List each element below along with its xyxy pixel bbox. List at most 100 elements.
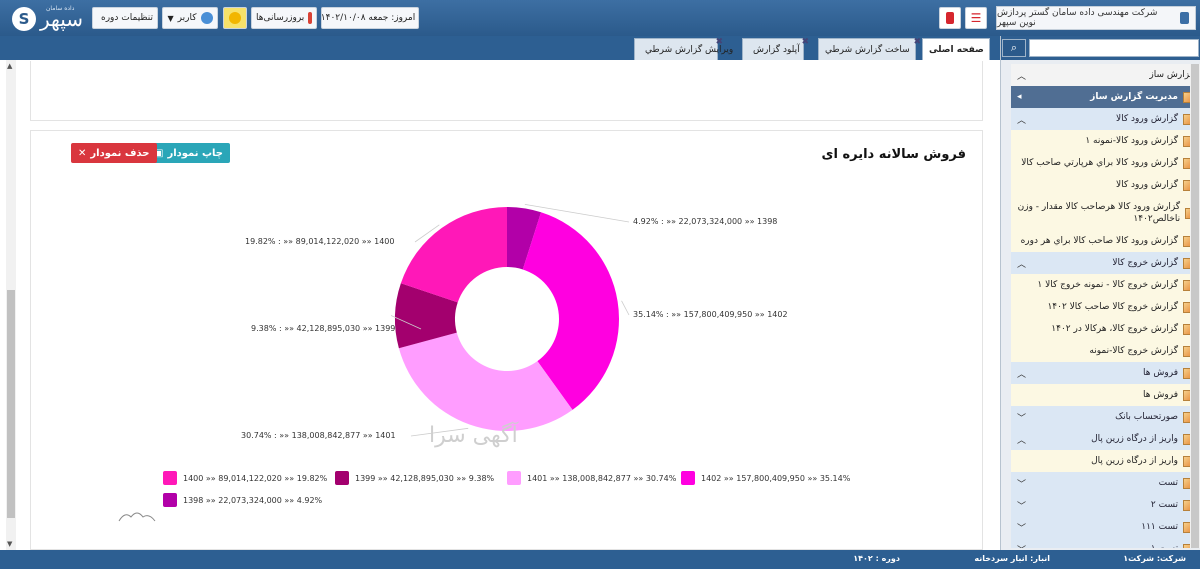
chevron-up-icon[interactable]: ︿: [1017, 367, 1026, 380]
main-scrollbar[interactable]: ▲ ▼: [6, 60, 16, 550]
chevron-up-icon[interactable]: ︿: [1017, 257, 1026, 270]
chevron-up-icon[interactable]: ︿: [1017, 433, 1026, 446]
sidebar-item-label: گزارش ورود کالا: [1115, 114, 1178, 124]
sidebar-item-label: صورتحساب بانک: [1115, 412, 1178, 422]
sidebar-item[interactable]: گزارش ورود کالا براي هرپارتي صاحب کالا: [1011, 152, 1200, 174]
sidebar-item[interactable]: گزارش ورود کالا هرصاحب کالا مقدار - وزن …: [1011, 196, 1200, 230]
sidebar-item[interactable]: گزارش خروج کالا صاحب کالا ۱۴۰۲: [1011, 296, 1200, 318]
updates-button[interactable]: بروزرسانی‌ها: [251, 7, 317, 29]
sidebar-item-label-wrap: گزارش خروج کالا: [1112, 257, 1194, 269]
menu-toggle-button[interactable]: ☰: [965, 7, 987, 29]
legend-item-1400[interactable]: 1400 »» 89,014,122,020 »» 19.82%: [163, 471, 327, 485]
sidebar-item[interactable]: تست ﹀: [1011, 472, 1200, 494]
slice-label-1399: 9.38% : »» 42,128,895,030 »» 1399: [251, 324, 396, 333]
legend-label: 1399 »» 42,128,895,030 »» 9.38%: [355, 473, 495, 483]
chevron-up-icon[interactable]: ︿: [1017, 69, 1026, 82]
sidebar-item-label-wrap: فروش ها: [1143, 367, 1194, 379]
pie-slice-1400[interactable]: [400, 207, 507, 303]
sidebar-item-label-wrap: واریز از درگاه زرین پال: [1091, 433, 1194, 445]
logo-icon: S: [12, 6, 36, 31]
sidebar-item-label-wrap: فروش ها: [1143, 389, 1194, 401]
sidebar-item[interactable]: گزارش ورود کالا: [1011, 174, 1200, 196]
sidebar-item[interactable]: تست ۱ ﹀: [1011, 538, 1200, 548]
tab-upload-report[interactable]: ✖ آپلود گزارش: [742, 37, 809, 60]
pie-slices: [395, 207, 620, 432]
chevron-down-icon[interactable]: ﹀: [1017, 499, 1026, 512]
tab-home[interactable]: صفحه اصلی: [922, 38, 990, 60]
sidebar-item[interactable]: فروش ها: [1011, 384, 1200, 406]
bookmark-button[interactable]: [939, 7, 961, 29]
sidebar-item-label-wrap: گزارش ساز: [1149, 70, 1194, 80]
sidebar-item[interactable]: گزارش خروج کالا، هرکالا در ۱۴۰۲: [1011, 318, 1200, 340]
close-icon[interactable]: ✖: [913, 37, 921, 47]
sidebar-item[interactable]: گزارش ورود کالا ︿: [1011, 108, 1200, 130]
legend-item-1398[interactable]: 1398 »» 22,073,324,000 »» 4.92%: [163, 493, 322, 507]
period-settings-button[interactable]: تنظیمات دوره: [92, 7, 158, 29]
close-icon[interactable]: ✖: [801, 37, 809, 47]
sidebar-item[interactable]: گزارش ورود کالا صاحب کالا براي هر دوره: [1011, 230, 1200, 252]
sidebar-item[interactable]: گزارش ورود کالا-نمونه ۱: [1011, 130, 1200, 152]
scrollbar-thumb[interactable]: [7, 290, 15, 518]
sidebar-item[interactable]: گزارش خروج کالا - نمونه خروج کالا ۱: [1011, 274, 1200, 296]
chevron-down-icon[interactable]: ﹀: [1017, 543, 1026, 549]
tab-edit-conditional-report[interactable]: ✖ ویرایش گزارش شرطي: [634, 37, 733, 60]
chevron-down-icon: ▼: [167, 13, 174, 23]
sidebar-item-label: تست ۲: [1150, 500, 1178, 510]
app-logo: S سپهر داده سامان: [12, 5, 86, 32]
slice-label-1402: 35.14% : »» 157,800,409,950 »» 1402: [633, 310, 788, 319]
sidebar-item[interactable]: فروش ها ︿: [1011, 362, 1200, 384]
tab-create-conditional-report[interactable]: ✖ ساخت گزارش شرطي: [818, 37, 921, 60]
sidebar-item[interactable]: گزارش خروج کالا-نمونه: [1011, 340, 1200, 362]
sidebar-scrollbar-thumb[interactable]: [1191, 64, 1199, 548]
sidebar-item-label: واریز از درگاه زرین پال: [1091, 434, 1178, 444]
legend-swatch: [163, 493, 177, 507]
sidebar-item[interactable]: گزارش خروج کالا ︿: [1011, 252, 1200, 274]
pie-slice-1401[interactable]: [398, 332, 573, 432]
sidebar-item-label: گزارش ورود کالا براي هرپارتي صاحب کالا: [1021, 158, 1178, 168]
sidebar-item-label-wrap: گزارش ورود کالا هرصاحب کالا مقدار - وزن …: [1017, 201, 1194, 225]
sidebar-item-label-wrap: گزارش ورود کالا صاحب کالا براي هر دوره: [1020, 235, 1194, 247]
chevron-down-icon[interactable]: ﹀: [1017, 411, 1026, 424]
sidebar-item-label: تست ۱۱۱: [1141, 522, 1178, 532]
sidebar-item-label-wrap: گزارش ورود کالا-نمونه ۱: [1085, 135, 1194, 147]
sidebar-scrollbar[interactable]: [1190, 64, 1200, 548]
search-button[interactable]: ⌕: [1002, 39, 1026, 57]
sidebar-item[interactable]: تست ۲ ﹀: [1011, 494, 1200, 516]
legend-item-1402[interactable]: 1402 »» 157,800,409,950 »» 35.14%: [681, 471, 850, 485]
sidebar: ⌕ گزارش ساز ︿ مدیریت گزارش ساز ◂ گزارش ورود …: [1000, 36, 1200, 550]
tab-label: ساخت گزارش شرطي: [825, 44, 910, 55]
tab-label: صفحه اصلی: [929, 44, 984, 55]
sidebar-item-label-wrap: گزارش ورود کالا براي هرپارتي صاحب کالا: [1021, 157, 1194, 169]
close-icon[interactable]: ✖: [715, 37, 723, 47]
megaphone-icon: [308, 12, 312, 24]
bell-icon: [229, 12, 241, 24]
legend-item-1399[interactable]: 1399 »» 42,128,895,030 »» 9.38%: [335, 471, 494, 485]
user-icon: [200, 12, 213, 24]
company-name: شرکت مهندسی داده سامان گستر پردازش نوین …: [996, 6, 1196, 30]
scroll-down-icon[interactable]: ▼: [7, 540, 12, 548]
sidebar-item-label-wrap: گزارش خروج کالا - نمونه خروج کالا ۱: [1037, 279, 1194, 291]
sidebar-item-label-wrap: گزارش خروج کالا، هرکالا در ۱۴۰۲: [1051, 323, 1194, 335]
sidebar-item[interactable]: صورتحساب بانک ﹀: [1011, 406, 1200, 428]
search-input[interactable]: [1029, 39, 1199, 57]
chevron-up-icon[interactable]: ︿: [1017, 113, 1026, 126]
chart-menu-icon[interactable]: [118, 512, 156, 522]
legend-item-1401[interactable]: 1401 »» 138,008,842,877 »» 30.74%: [507, 471, 676, 485]
today-date: امروز: جمعه ۱۴۰۲/۱۰/۰۸: [321, 7, 419, 29]
sidebar-item[interactable]: گزارش ساز ︿: [1011, 64, 1200, 86]
user-menu-button[interactable]: ▼ کاربر: [162, 7, 218, 29]
chevron-down-icon[interactable]: ﹀: [1017, 521, 1026, 534]
top-bar: S سپهر داده سامان تنظیمات دوره ▼ کاربر ب…: [0, 0, 1200, 36]
scroll-up-icon[interactable]: ▲: [7, 62, 12, 70]
sidebar-item[interactable]: واریز از درگاه زرین پال ︿: [1011, 428, 1200, 450]
sidebar-item-label: گزارش ورود کالا صاحب کالا براي هر دوره: [1020, 236, 1178, 246]
company-label: شرکت مهندسی داده سامان گستر پردازش نوین …: [997, 8, 1158, 28]
search-icon: ⌕: [1010, 41, 1018, 54]
legend-swatch: [335, 471, 349, 485]
sidebar-item-label: مدیریت گزارش ساز: [1090, 92, 1178, 102]
sidebar-item[interactable]: تست ۱۱۱ ﹀: [1011, 516, 1200, 538]
sidebar-item[interactable]: مدیریت گزارش ساز ◂: [1011, 86, 1200, 108]
chevron-down-icon[interactable]: ﹀: [1017, 477, 1026, 490]
notifications-button[interactable]: [223, 7, 247, 29]
sidebar-item[interactable]: واریز از درگاه زرین پال: [1011, 450, 1200, 472]
